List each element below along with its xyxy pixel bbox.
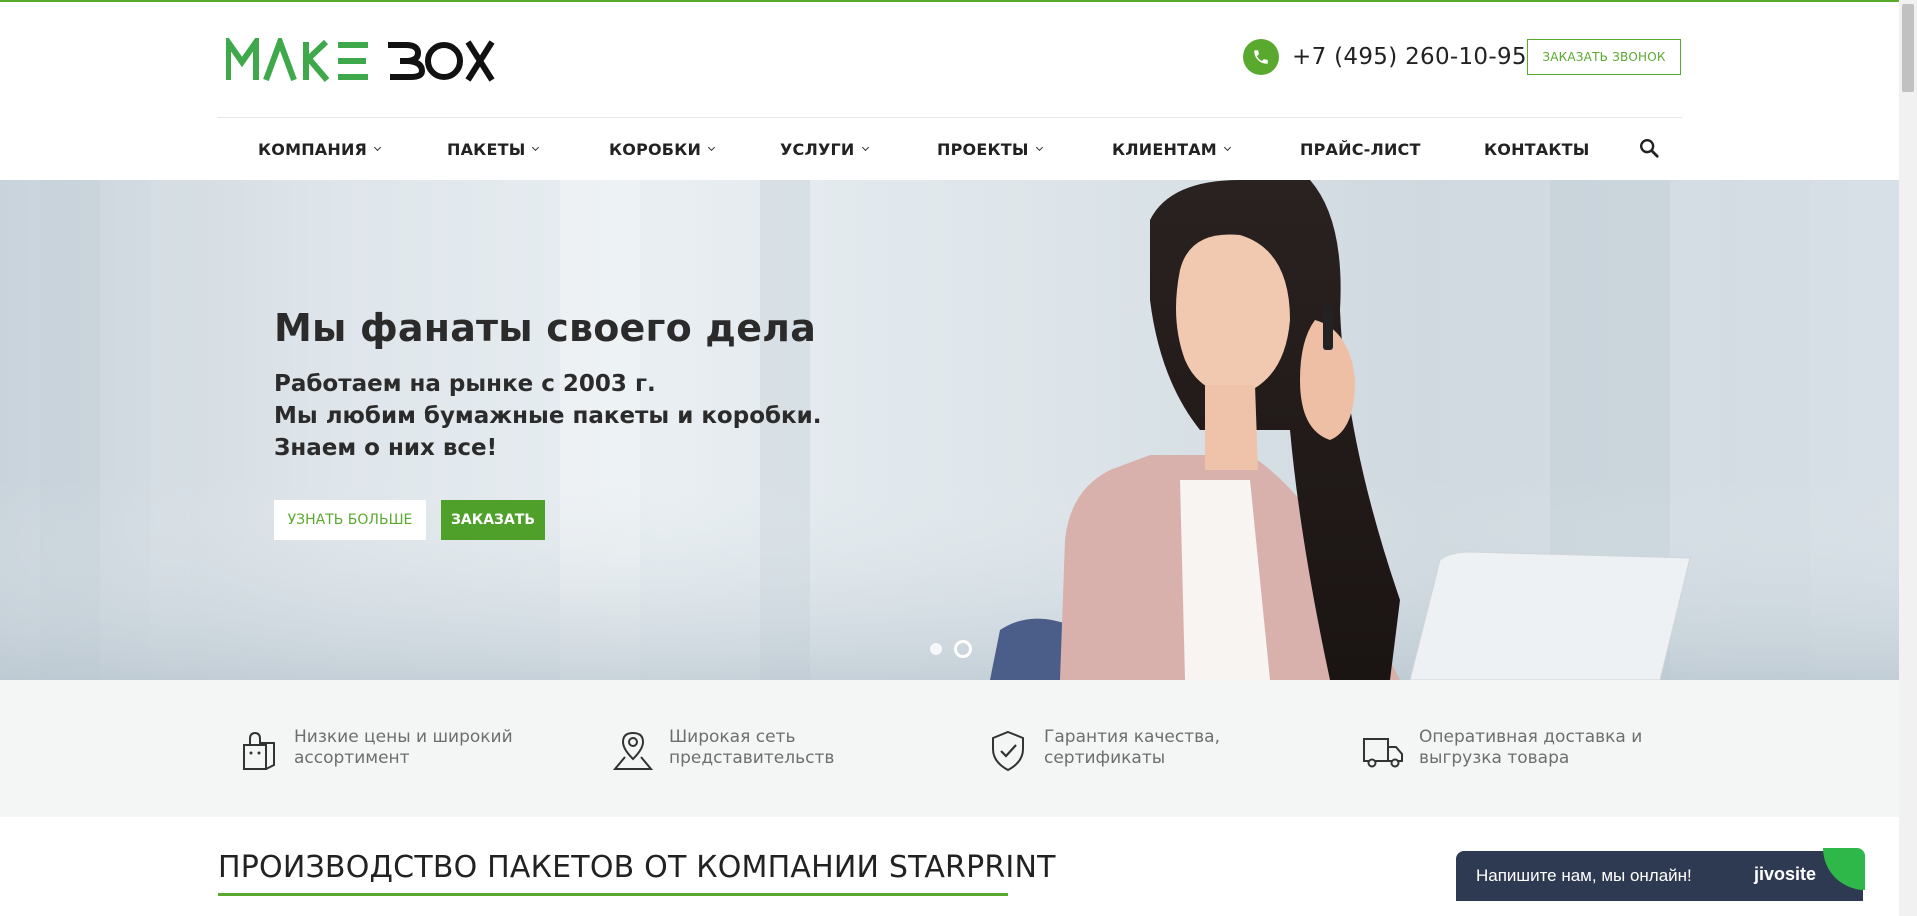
chat-status-indicator xyxy=(1823,848,1865,890)
feature-line: Оперативная доставка и xyxy=(1419,727,1643,747)
feature-line: сертификаты xyxy=(1044,748,1166,768)
chat-widget-text: Напишите нам, мы онлайн! xyxy=(1476,866,1692,885)
nav-item-boxes[interactable]: КОРОБКИ xyxy=(609,118,716,180)
feature-line: Широкая сеть xyxy=(669,727,796,747)
hero-content: Мы фанаты своего дела Работаем на рынке … xyxy=(274,306,822,464)
nav-item-label: ПРАЙС-ЛИСТ xyxy=(1300,139,1421,159)
section-title-underline xyxy=(218,893,1008,896)
slider-dot-2-active[interactable] xyxy=(954,640,972,658)
chat-widget[interactable]: Напишите нам, мы онлайн! jivosite xyxy=(1456,848,1865,901)
nav-item-label: КОРОБКИ xyxy=(609,139,702,159)
features-strip: Низкие цены и широкий ассортимент Широка… xyxy=(0,680,1899,817)
nav-item-contacts[interactable]: КОНТАКТЫ xyxy=(1484,118,1590,180)
hero-line: Знаем о них все! xyxy=(274,435,498,461)
phone-number[interactable]: +7 (495) 260-10-95 xyxy=(1292,44,1527,70)
phone-icon[interactable] xyxy=(1243,39,1279,75)
nav-item-projects[interactable]: ПРОЕКТЫ xyxy=(937,118,1043,180)
slider-dots xyxy=(930,640,984,658)
logo-mark xyxy=(226,38,495,82)
hero-title: Мы фанаты своего дела xyxy=(274,306,817,350)
nav-item-company[interactable]: КОМПАНИЯ xyxy=(258,118,382,180)
feature-item: Низкие цены и широкий ассортимент xyxy=(236,727,513,773)
hero-buttons: УЗНАТЬ БОЛЬШЕ ЗАКАЗАТЬ xyxy=(274,500,545,540)
feature-text: Гарантия качества, сертификаты xyxy=(1044,727,1220,769)
page: +7 (495) 260-10-95 ЗАКАЗАТЬ ЗВОНОК КОМПА… xyxy=(0,0,1917,916)
site-header: +7 (495) 260-10-95 ЗАКАЗАТЬ ЗВОНОК КОМПА… xyxy=(0,2,1899,180)
feature-item: Оперативная доставка и выгрузка товара xyxy=(1361,727,1642,773)
feature-item: Гарантия качества, сертификаты xyxy=(986,727,1220,773)
chat-brand-logo: jivosite xyxy=(1754,864,1817,884)
main-nav: КОМПАНИЯ ПАКЕТЫ КОРОБКИ УСЛУГИ ПРОЕКТЫ К… xyxy=(217,118,1682,180)
page-scrollbar[interactable] xyxy=(1899,0,1917,916)
order-button[interactable]: ЗАКАЗАТЬ xyxy=(441,500,545,540)
map-pin-icon xyxy=(612,731,654,770)
feature-line: выгрузка товара xyxy=(1419,748,1570,768)
feature-text: Низкие цены и широкий ассортимент xyxy=(294,727,513,769)
scrollbar-thumb[interactable] xyxy=(1902,4,1914,92)
feature-text: Широкая сеть представительств xyxy=(669,727,834,769)
truck-icon xyxy=(1363,738,1403,768)
chevron-down-icon xyxy=(1223,143,1231,151)
feature-item: Широкая сеть представительств xyxy=(611,727,834,773)
nav-item-label: ПРОЕКТЫ xyxy=(937,139,1029,159)
feature-line: представительств xyxy=(669,748,835,768)
nav-item-packages[interactable]: ПАКЕТЫ xyxy=(447,118,540,180)
logo[interactable] xyxy=(226,32,496,88)
section-title: ПРОИЗВОДСТВО ПАКЕТОВ ОТ КОМПАНИИ STARPRI… xyxy=(218,850,1056,885)
feature-text: Оперативная доставка и выгрузка товара xyxy=(1419,727,1642,769)
callback-button[interactable]: ЗАКАЗАТЬ ЗВОНОК xyxy=(1527,39,1681,75)
chevron-down-icon xyxy=(1035,143,1043,151)
chevron-down-icon xyxy=(861,143,869,151)
nav-item-services[interactable]: УСЛУГИ xyxy=(780,118,869,180)
shield-check-icon xyxy=(992,730,1024,772)
learn-more-button[interactable]: УЗНАТЬ БОЛЬШЕ xyxy=(274,500,426,540)
shopping-bag-icon xyxy=(243,731,275,770)
chevron-down-icon xyxy=(708,143,716,151)
chevron-down-icon xyxy=(374,143,382,151)
nav-item-label: КОНТАКТЫ xyxy=(1484,139,1590,159)
phone-block: +7 (495) 260-10-95 xyxy=(1243,39,1527,75)
hero-line: Мы любим бумажные пакеты и коробки. xyxy=(274,403,822,429)
hero-subtitle: Работаем на рынке с 2003 г. Мы любим бум… xyxy=(274,368,822,464)
nav-item-label: КЛИЕНТАМ xyxy=(1112,139,1217,159)
nav-item-clients[interactable]: КЛИЕНТАМ xyxy=(1112,118,1231,180)
nav-item-label: ПАКЕТЫ xyxy=(447,139,526,159)
hero-slider: Мы фанаты своего дела Работаем на рынке … xyxy=(0,180,1899,680)
slider-dot-1[interactable] xyxy=(930,643,942,655)
chevron-down-icon xyxy=(532,143,540,151)
nav-item-price-list[interactable]: ПРАЙС-ЛИСТ xyxy=(1300,118,1421,180)
search-icon[interactable] xyxy=(1638,137,1660,159)
feature-line: ассортимент xyxy=(294,748,410,768)
hero-line: Работаем на рынке с 2003 г. xyxy=(274,371,656,397)
feature-line: Низкие цены и широкий xyxy=(294,727,513,747)
nav-item-label: КОМПАНИЯ xyxy=(258,139,368,159)
feature-line: Гарантия качества, xyxy=(1044,727,1220,747)
nav-item-label: УСЛУГИ xyxy=(780,139,855,159)
